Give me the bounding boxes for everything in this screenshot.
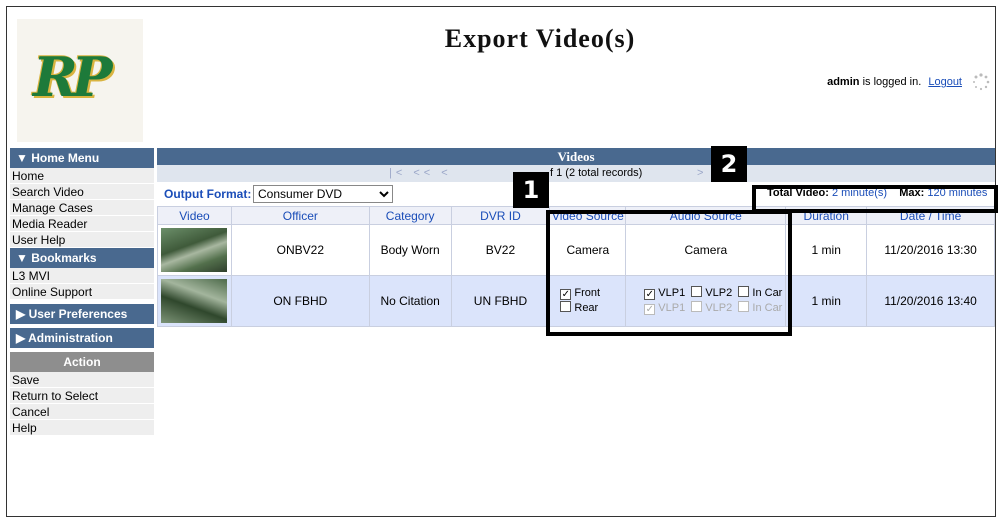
rp-logo: RP	[17, 19, 143, 142]
cell-duration: 1 min	[785, 224, 868, 276]
cell-officer: ONBV22	[230, 224, 370, 276]
cell-dvr-id: BV22	[450, 224, 551, 276]
pager-records: f 1 (2 total records)	[550, 167, 643, 179]
sidebar-item-manage-cases[interactable]: Manage Cases	[10, 200, 154, 216]
pager-next-arrow[interactable]: >	[697, 165, 703, 182]
sidebar-item-online-support[interactable]: Online Support	[10, 284, 154, 300]
administration-header[interactable]: ▶ Administration	[10, 328, 154, 348]
col-officer[interactable]: Officer	[230, 206, 370, 225]
cell-officer: ON FBHD	[230, 275, 370, 327]
sidebar-item-media-reader[interactable]: Media Reader	[10, 216, 154, 232]
action-return-to-select[interactable]: Return to Select	[10, 388, 154, 404]
output-format-select[interactable]: Consumer DVD	[253, 185, 393, 203]
logout-link[interactable]: Logout	[928, 76, 962, 88]
cell-date-time: 11/20/2016 13:40	[866, 275, 995, 327]
callout-badge-1: 1	[513, 172, 549, 208]
pager-prev-arrows[interactable]: |< << <	[389, 165, 452, 182]
col-video[interactable]: Video	[157, 206, 232, 225]
sidebar: ▼ Home Menu Home Search Video Manage Cas…	[10, 148, 154, 436]
cell-category: Body Worn	[368, 224, 452, 276]
videos-header: Videos	[157, 148, 995, 165]
bookmarks-header[interactable]: ▼ Bookmarks	[10, 248, 154, 268]
pager: |< << < f 1 (2 total records) >	[157, 165, 995, 182]
cell-category: No Citation	[368, 275, 452, 327]
sidebar-item-l3-mvi[interactable]: L3 MVI	[10, 268, 154, 284]
logo-text: RP	[33, 45, 113, 109]
col-dvr-id[interactable]: DVR ID	[450, 206, 551, 225]
video-thumbnail[interactable]	[161, 228, 228, 272]
sidebar-item-home[interactable]: Home	[10, 168, 154, 184]
loading-spinner-icon	[973, 73, 990, 91]
sidebar-item-user-help[interactable]: User Help	[10, 232, 154, 248]
output-format-label: Output Format:	[164, 187, 252, 201]
cell-duration: 1 min	[785, 275, 868, 327]
sidebar-item-search-video[interactable]: Search Video	[10, 184, 154, 200]
action-help[interactable]: Help	[10, 420, 154, 436]
callout-badge-2: 2	[711, 146, 747, 182]
home-menu-header[interactable]: ▼ Home Menu	[10, 148, 154, 168]
login-user: admin	[827, 76, 860, 88]
callout-box-sources	[546, 210, 792, 336]
action-header: Action	[10, 352, 154, 372]
action-cancel[interactable]: Cancel	[10, 404, 154, 420]
col-category[interactable]: Category	[368, 206, 452, 225]
cell-dvr-id: UN FBHD	[450, 275, 551, 327]
login-suffix: is logged in.	[862, 76, 922, 88]
callout-box-total	[752, 185, 998, 213]
cell-date-time: 11/20/2016 13:30	[866, 224, 995, 276]
user-preferences-header[interactable]: ▶ User Preferences	[10, 304, 154, 324]
login-status: admin is logged in. Logout	[827, 76, 962, 88]
page-title: Export Video(s)	[444, 24, 636, 53]
action-save[interactable]: Save	[10, 372, 154, 388]
video-thumbnail[interactable]	[161, 279, 228, 323]
